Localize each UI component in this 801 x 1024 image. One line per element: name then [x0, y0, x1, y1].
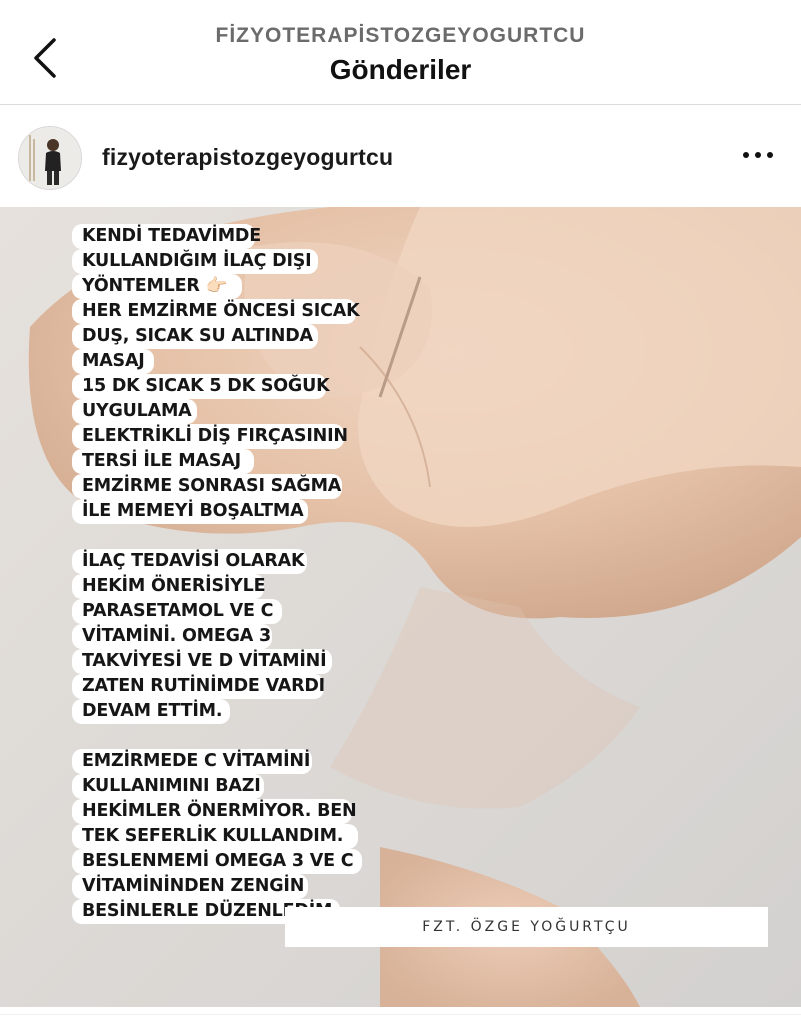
divider: [0, 1014, 801, 1015]
top-bar: FİZYOTERAPİSTOZGEYOGURTCU Gönderiler: [0, 0, 801, 105]
account-name: FİZYOTERAPİSTOZGEYOGURTCU: [215, 24, 586, 47]
avatar[interactable]: [18, 126, 82, 190]
post-text-block-2: İLAÇ TEDAVİSİ OLARAK HEKİM ÖNERİSİYLE PA…: [82, 551, 327, 721]
more-horizontal-icon[interactable]: [741, 148, 775, 162]
post-text-block-1: KENDİ TEDAVİMDE KULLANDIĞIM İLAÇ DIŞI YÖ…: [82, 226, 360, 521]
signature-banner: FZT. ÖZGE YOĞURTÇU: [285, 907, 768, 947]
post-image[interactable]: KENDİ TEDAVİMDE KULLANDIĞIM İLAÇ DIŞI YÖ…: [0, 207, 801, 1007]
author-caption: FZT. ÖZGE YOĞURTÇU: [422, 919, 631, 935]
post-username[interactable]: fizyoterapistozgeyogurtcu: [102, 144, 393, 171]
page-title: Gönderiler: [329, 54, 472, 85]
post-header: fizyoterapistozgeyogurtcu: [0, 118, 801, 196]
post-text-block-3: EMZİRMEDE C VİTAMİNİ KULLANIMINI BAZI HE…: [82, 751, 357, 921]
